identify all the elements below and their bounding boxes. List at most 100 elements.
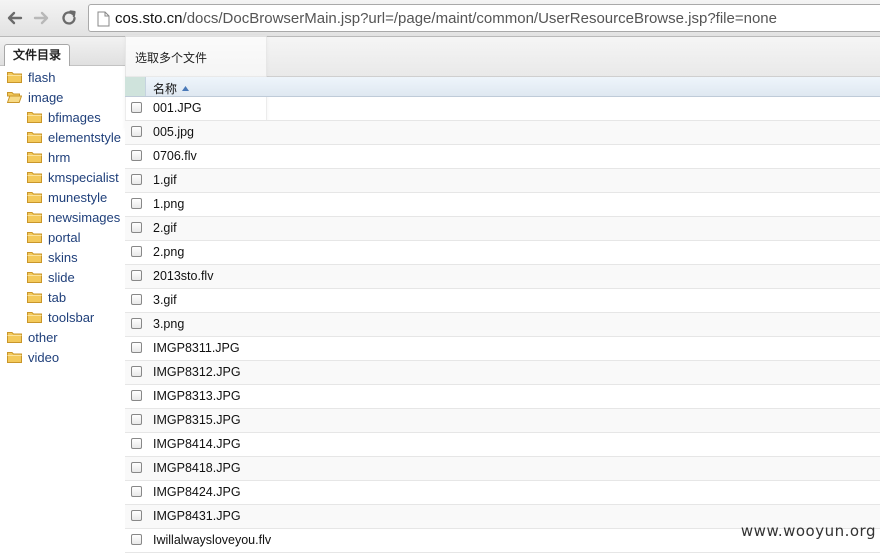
select-multiple-label[interactable]: 选取多个文件: [135, 49, 207, 66]
file-checkbox[interactable]: [131, 198, 142, 209]
file-checkbox[interactable]: [131, 414, 142, 425]
file-checkbox[interactable]: [131, 294, 142, 305]
tree-item[interactable]: toolsbar: [27, 307, 94, 327]
file-list-panel: 选取多个文件 名称 001.JPG 005.jpg 0706.flv 1.gif 1.p…: [125, 35, 880, 553]
select-header: 选取多个文件: [125, 35, 880, 129]
folder-icon: [27, 132, 42, 143]
tab-strip: 文件目录: [0, 37, 125, 66]
file-checkbox[interactable]: [131, 486, 142, 497]
folder-icon: [27, 272, 42, 283]
file-checkbox[interactable]: [131, 438, 142, 449]
tree-item[interactable]: hrm: [27, 147, 70, 167]
reload-button[interactable]: [58, 7, 80, 29]
file-name[interactable]: 2.gif: [153, 221, 177, 235]
watermark: www.wooyun.org: [740, 522, 876, 540]
file-row[interactable]: 0706.flv: [125, 145, 880, 169]
file-name[interactable]: 3.png: [153, 317, 184, 331]
folder-icon: [27, 192, 42, 203]
file-name[interactable]: IMGP8424.JPG: [153, 485, 241, 499]
tree-item[interactable]: video: [7, 347, 59, 367]
url-text: cos.sto.cn/docs/DocBrowserMain.jsp?url=/…: [115, 10, 777, 27]
file-name[interactable]: IMGP8313.JPG: [153, 389, 241, 403]
url-path: /docs/DocBrowserMain.jsp?url=/page/maint…: [182, 9, 777, 27]
file-row[interactable]: IMGP8313.JPG: [125, 385, 880, 409]
folder-icon: [27, 152, 42, 163]
sort-ascending-icon: [182, 86, 190, 91]
file-checkbox[interactable]: [131, 366, 142, 377]
tree-item-label: toolsbar: [48, 309, 95, 325]
file-name[interactable]: IMGP8418.JPG: [153, 461, 241, 475]
file-row[interactable]: 005.jpg: [125, 121, 880, 145]
file-checkbox[interactable]: [131, 510, 142, 521]
file-row[interactable]: 2.png: [125, 241, 880, 265]
file-row[interactable]: 2.gif: [125, 217, 880, 241]
tree-item[interactable]: flash: [7, 67, 55, 87]
file-checkbox[interactable]: [131, 270, 142, 281]
tree-item-label: hrm: [48, 149, 71, 165]
forward-button[interactable]: [30, 7, 52, 29]
folder-icon: [7, 72, 22, 83]
file-checkbox[interactable]: [131, 102, 142, 113]
file-name[interactable]: 001.JPG: [153, 101, 202, 115]
file-checkbox[interactable]: [131, 246, 142, 257]
file-row[interactable]: 3.png: [125, 313, 880, 337]
file-row[interactable]: 1.png: [125, 193, 880, 217]
file-name[interactable]: 0706.flv: [153, 149, 197, 163]
file-checkbox[interactable]: [131, 222, 142, 233]
file-name[interactable]: 2.png: [153, 245, 184, 259]
file-row[interactable]: 2013sto.flv: [125, 265, 880, 289]
file-row[interactable]: IMGP8311.JPG: [125, 337, 880, 361]
tree-item[interactable]: tab: [27, 287, 66, 307]
tree-item-label: skins: [48, 249, 78, 265]
back-button[interactable]: [4, 7, 26, 29]
browser-toolbar: cos.sto.cn/docs/DocBrowserMain.jsp?url=/…: [0, 0, 880, 37]
tree-item[interactable]: portal: [27, 227, 81, 247]
file-name[interactable]: Iwillalwaysloveyou.flv: [153, 533, 271, 547]
tree-item[interactable]: bfimages: [27, 107, 101, 127]
file-row[interactable]: IMGP8414.JPG: [125, 433, 880, 457]
file-row[interactable]: 001.JPG: [125, 97, 880, 121]
file-row[interactable]: IMGP8315.JPG: [125, 409, 880, 433]
name-column-header[interactable]: 名称: [153, 80, 190, 97]
file-row[interactable]: IMGP8312.JPG: [125, 361, 880, 385]
file-name[interactable]: IMGP8414.JPG: [153, 437, 241, 451]
file-checkbox[interactable]: [131, 534, 142, 545]
tree-item[interactable]: kmspecialist: [27, 167, 119, 187]
tree-item-label: elementstyle: [48, 129, 121, 145]
tree-item[interactable]: skins: [27, 247, 78, 267]
file-checkbox[interactable]: [131, 318, 142, 329]
file-name[interactable]: 2013sto.flv: [153, 269, 213, 283]
tree-item[interactable]: other: [7, 327, 58, 347]
file-checkbox[interactable]: [131, 342, 142, 353]
file-checkbox[interactable]: [131, 462, 142, 473]
file-row[interactable]: 3.gif: [125, 289, 880, 313]
file-checkbox[interactable]: [131, 150, 142, 161]
file-row[interactable]: IMGP8424.JPG: [125, 481, 880, 505]
folder-icon: [7, 352, 22, 363]
file-name[interactable]: 005.jpg: [153, 125, 194, 139]
file-checkbox[interactable]: [131, 390, 142, 401]
file-name[interactable]: 1.png: [153, 197, 184, 211]
select-all-cell[interactable]: [125, 77, 146, 96]
file-row[interactable]: 1.gif: [125, 169, 880, 193]
file-name[interactable]: 1.gif: [153, 173, 177, 187]
folder-icon: [27, 232, 42, 243]
address-bar[interactable]: cos.sto.cn/docs/DocBrowserMain.jsp?url=/…: [88, 4, 880, 32]
file-name[interactable]: IMGP8315.JPG: [153, 413, 241, 427]
tree-item[interactable]: image: [7, 87, 63, 107]
file-checkbox[interactable]: [131, 174, 142, 185]
file-checkbox[interactable]: [131, 126, 142, 137]
tab-directory[interactable]: 文件目录: [4, 44, 70, 66]
tree-item[interactable]: newsimages: [27, 207, 120, 227]
file-name[interactable]: IMGP8431.JPG: [153, 509, 241, 523]
tree-item[interactable]: munestyle: [27, 187, 107, 207]
column-header: 名称: [125, 77, 880, 97]
tree-item[interactable]: slide: [27, 267, 75, 287]
folder-icon: [27, 172, 42, 183]
file-name[interactable]: 3.gif: [153, 293, 177, 307]
tree-item[interactable]: elementstyle: [27, 127, 121, 147]
file-name[interactable]: IMGP8312.JPG: [153, 365, 241, 379]
tree-item-label: munestyle: [48, 189, 108, 205]
file-name[interactable]: IMGP8311.JPG: [153, 341, 240, 355]
file-row[interactable]: IMGP8418.JPG: [125, 457, 880, 481]
